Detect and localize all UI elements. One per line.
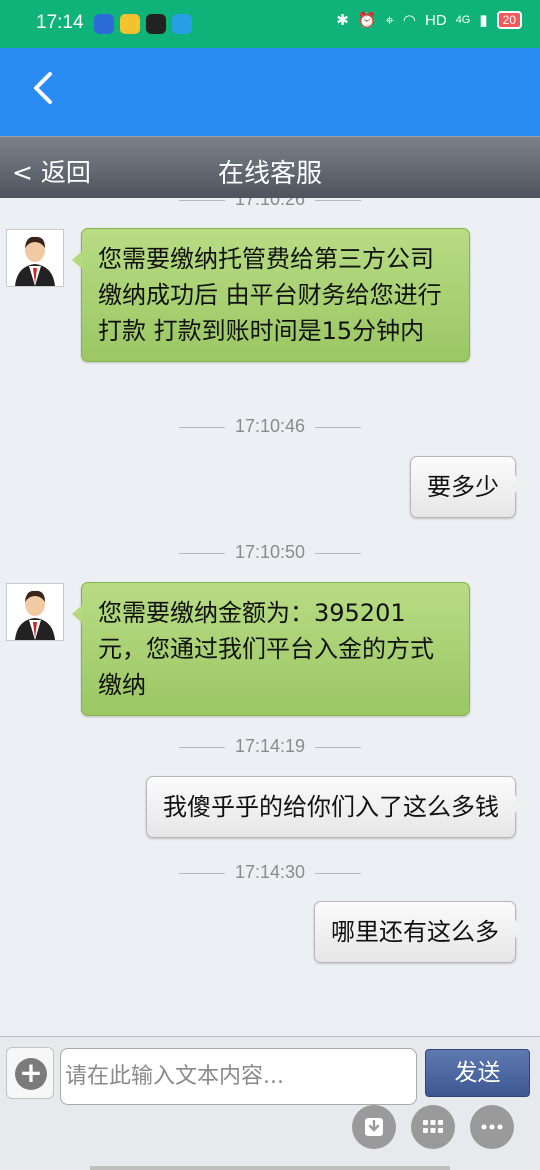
network-type: HD [425, 11, 447, 29]
title-bar: < 返回 在线客服 [0, 136, 540, 198]
message-timestamp: 17:10:26 [0, 198, 540, 210]
agent-avatar [6, 583, 64, 641]
status-bar: 17:14 ✱ ⏰ ⌖ ◠ HD 4G ▮ 20 [0, 0, 540, 48]
wifi-icon: ◠ [402, 12, 417, 29]
message-timestamp: 17:14:30 [0, 862, 540, 883]
app-notification-icon [120, 14, 140, 34]
location-icon: ⌖ [385, 11, 394, 29]
incoming-message: 您需要缴纳托管费给第三方公司 缴纳成功后 由平台财务给您进行打款 打款到账时间是… [72, 228, 470, 362]
page-title: 在线客服 [217, 159, 322, 189]
add-attachment-button[interactable]: + [6, 1047, 54, 1099]
status-time: 17:14 [36, 12, 84, 33]
alarm-icon: ⏰ [357, 12, 377, 29]
chat-area[interactable]: 17:10:26 您需要缴纳托管费给第三方公司 缴纳成功后 由平台财务给您进行打… [0, 198, 540, 1036]
app-bar [0, 48, 540, 136]
grid-button[interactable] [411, 1105, 455, 1149]
more-dots-icon [481, 1124, 503, 1130]
app-notification-icon [146, 14, 166, 34]
message-timestamp: 17:10:50 [0, 542, 540, 563]
signal-type: 4G [455, 14, 471, 26]
agent-avatar [6, 229, 64, 287]
send-button[interactable]: 发送 [425, 1049, 530, 1097]
battery-icon: 20 [496, 11, 522, 29]
download-icon [365, 1118, 383, 1136]
grid-icon [423, 1120, 443, 1133]
plus-icon: + [15, 1058, 47, 1090]
outgoing-message: 我傻乎乎的给你们入了这么多钱 [146, 776, 525, 838]
message-timestamp: 17:10:46 [0, 416, 540, 437]
outgoing-message: 要多少 [410, 456, 525, 518]
system-icons: ✱ ⏰ ⌖ ◠ HD 4G ▮ 20 [336, 11, 522, 29]
app-notification-icon [172, 14, 192, 34]
input-bar: + 发送 [0, 1036, 540, 1170]
more-button[interactable] [470, 1105, 514, 1149]
incoming-message: 您需要缴纳金额为：395201元，您通过我们平台入金的方式缴纳 [72, 582, 470, 716]
outgoing-message: 哪里还有这么多 [314, 901, 525, 963]
back-arrow-icon[interactable] [26, 68, 66, 108]
message-timestamp: 17:14:19 [0, 736, 540, 757]
signal-icon: ▮ [479, 12, 488, 29]
download-button[interactable] [352, 1105, 396, 1149]
message-input[interactable] [60, 1048, 417, 1105]
bluetooth-icon: ✱ [336, 12, 349, 29]
notification-icons [94, 14, 192, 34]
app-notification-icon [94, 14, 114, 34]
navigation-handle [90, 1166, 450, 1170]
